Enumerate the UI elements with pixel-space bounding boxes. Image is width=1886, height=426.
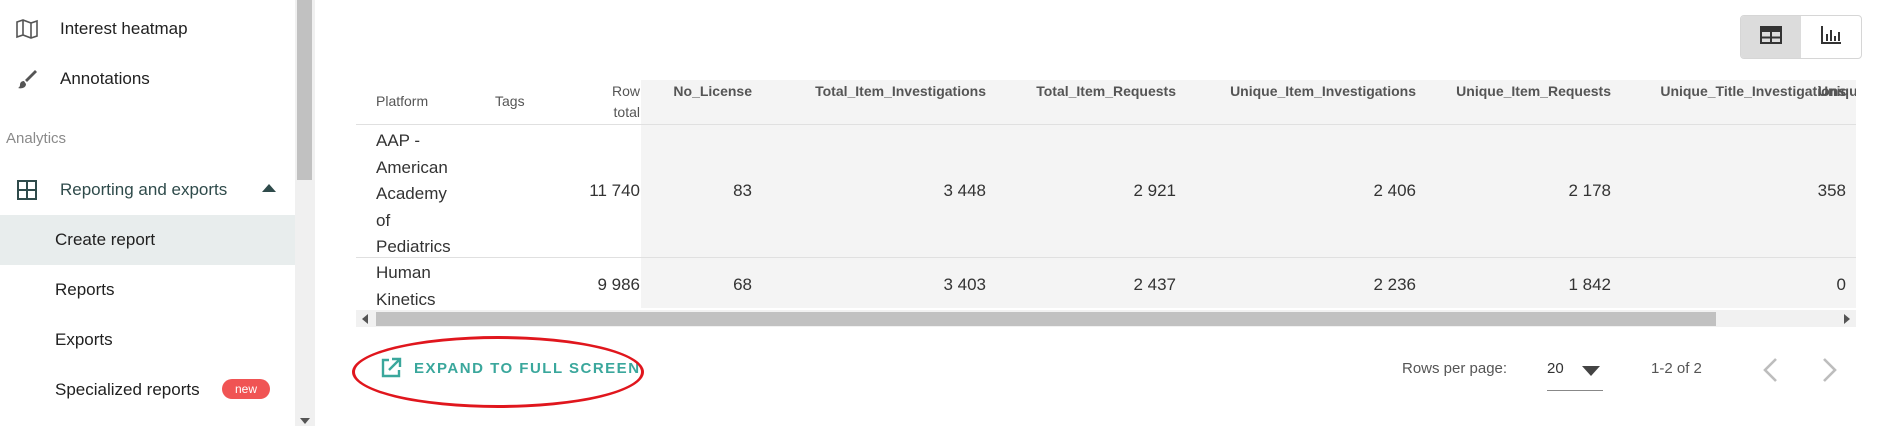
column-header-no-license[interactable]: No_License	[662, 83, 752, 99]
column-header-unique-item-requests[interactable]: Unique_Item_Requests	[1426, 83, 1611, 99]
sidebar-group-reporting[interactable]: Reporting and exports	[0, 175, 295, 205]
values-shade	[641, 80, 1856, 308]
annotation-ellipse	[352, 336, 644, 408]
chevron-up-icon[interactable]	[262, 184, 276, 192]
platform-line: of	[376, 210, 391, 230]
unique-item-investigations-cell: 2 406	[1373, 181, 1416, 200]
sidebar-item-label: Create report	[55, 230, 156, 249]
data-table: Platform Tags Row total No_License Total…	[356, 80, 1856, 330]
total-item-investigations-cell: 3 403	[943, 275, 986, 294]
sidebar-scrollbar[interactable]	[295, 0, 315, 426]
sidebar: Interest heatmap Annotations Analytics R…	[0, 0, 295, 426]
sidebar-item-label: Specialized reports	[55, 380, 200, 399]
column-header-unique-truncated[interactable]: Uniqu	[1818, 83, 1856, 99]
sidebar-item-interest-heatmap[interactable]: Interest heatmap	[0, 14, 295, 44]
scroll-left-arrow-icon[interactable]	[362, 314, 368, 324]
new-badge: new	[222, 379, 271, 399]
dropdown-caret-icon	[1582, 366, 1600, 376]
column-header-row-total-line2: total	[613, 104, 640, 120]
scroll-right-arrow-icon[interactable]	[1844, 314, 1850, 324]
row-total-cell: 9 986	[597, 275, 640, 294]
unique-item-investigations-cell: 2 236	[1373, 275, 1416, 294]
platform-cell: Human Kinetics	[376, 260, 436, 313]
total-item-requests-cell: 2 437	[1133, 275, 1176, 294]
previous-page-button[interactable]	[1755, 355, 1785, 385]
brush-icon	[14, 66, 40, 92]
platform-line: Human	[376, 263, 431, 282]
select-underline	[1547, 390, 1603, 391]
horizontal-scrollbar-thumb[interactable]	[376, 312, 1716, 326]
header-divider	[356, 124, 1856, 125]
column-header-unique-item-investigations[interactable]: Unique_Item_Investigations	[1186, 83, 1416, 99]
rows-per-page-value: 20	[1547, 360, 1564, 377]
platform-line: Academy	[376, 184, 447, 203]
column-header-row-total-line1: Row	[611, 83, 640, 99]
platform-cell: AAP - American Academy of Pediatrics	[376, 128, 451, 261]
sidebar-scrollbar-thumb[interactable]	[297, 0, 312, 180]
sidebar-item-exports[interactable]: Exports	[0, 315, 295, 365]
sidebar-item-reports[interactable]: Reports	[0, 265, 295, 315]
column-header-row-total[interactable]: Row total	[570, 81, 640, 123]
column-header-total-item-requests[interactable]: Total_Item_Requests	[996, 83, 1176, 99]
chevron-right-icon	[1823, 358, 1837, 382]
chevron-left-icon	[1763, 358, 1777, 382]
view-toggle	[1740, 15, 1862, 59]
platform-line: American	[376, 157, 448, 177]
next-page-button[interactable]	[1815, 355, 1845, 385]
column-header-platform[interactable]: Platform	[376, 93, 428, 109]
row-total-cell: 11 740	[589, 181, 640, 200]
platform-line: AAP -	[376, 131, 421, 150]
no-license-cell: 83	[733, 181, 752, 200]
table-view-button[interactable]	[1741, 16, 1801, 58]
scroll-down-arrow-icon[interactable]	[300, 418, 310, 424]
sidebar-item-annotations[interactable]: Annotations	[0, 64, 295, 94]
unique-title-investigations-cell: 0	[1836, 275, 1846, 294]
sidebar-item-label: Interest heatmap	[60, 19, 188, 38]
row-divider	[356, 257, 1856, 258]
column-header-tags[interactable]: Tags	[495, 93, 525, 109]
sidebar-item-label: Reports	[55, 280, 115, 299]
map-icon	[14, 16, 40, 42]
total-item-investigations-cell: 3 448	[943, 181, 986, 200]
grid-icon	[14, 177, 40, 203]
sidebar-item-specialized-reports[interactable]: Specialized reports new	[0, 365, 295, 415]
no-license-cell: 68	[733, 275, 752, 294]
unique-item-requests-cell: 2 178	[1568, 181, 1611, 200]
table-icon	[1760, 25, 1782, 49]
sidebar-item-label: Exports	[55, 330, 113, 349]
section-header-analytics: Analytics	[6, 130, 67, 147]
sidebar-group-label: Reporting and exports	[60, 180, 228, 199]
unique-title-investigations-cell: 358	[1817, 181, 1846, 200]
rows-per-page-label: Rows per page:	[1402, 360, 1508, 377]
sidebar-item-label: Annotations	[60, 69, 150, 88]
sidebar-item-create-report[interactable]: Create report	[0, 215, 295, 265]
pagination-range: 1-2 of 2	[1651, 360, 1702, 377]
unique-item-requests-cell: 1 842	[1568, 275, 1611, 294]
total-item-requests-cell: 2 921	[1133, 181, 1176, 200]
horizontal-scrollbar[interactable]	[356, 310, 1856, 327]
column-header-unique-title-investigations[interactable]: Unique_Title_Investigations	[1621, 83, 1846, 99]
column-header-total-item-investigations[interactable]: Total_Item_Investigations	[776, 83, 986, 99]
bar-chart-icon	[1820, 25, 1842, 50]
chart-view-button[interactable]	[1801, 16, 1861, 58]
